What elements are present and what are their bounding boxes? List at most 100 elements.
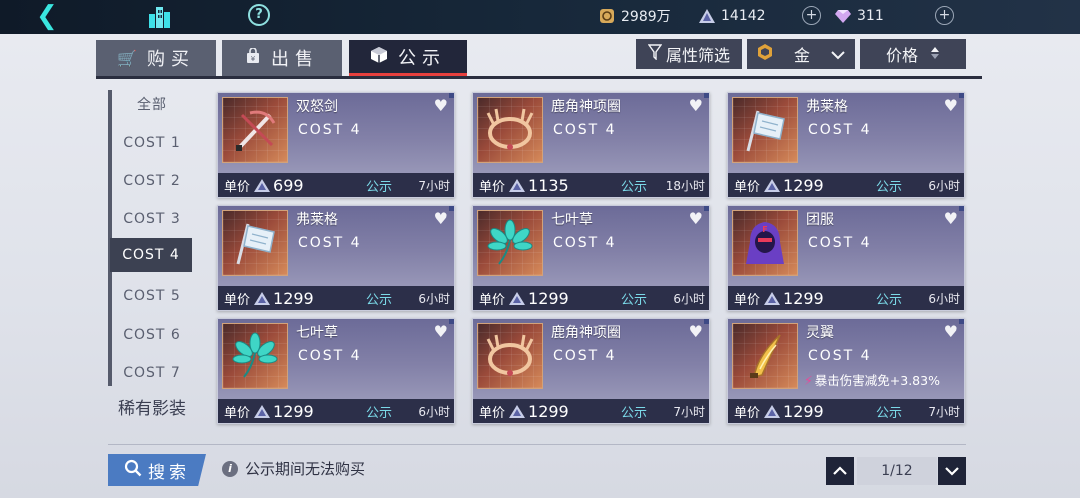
sidebar-item-cost5[interactable]: COST 5	[114, 279, 190, 313]
item-card[interactable]: 鹿角神项圈 COST 4 ♥ 单价 1135 公示 18小时	[472, 92, 710, 198]
sidebar-item-all[interactable]: 全部	[114, 87, 190, 121]
item-name: 七叶草	[551, 212, 593, 228]
sidebar-item-label: COST 3	[123, 211, 181, 227]
crystal-icon	[253, 291, 271, 306]
attribute-filter-button[interactable]: 属性筛选	[636, 39, 742, 69]
sidebar-item-label: COST 1	[123, 135, 181, 151]
sidebar-item-cost2[interactable]: COST 2	[114, 164, 190, 198]
status-badge: 公示	[621, 292, 648, 308]
notice-text: i 公示期间无法购买	[222, 458, 365, 479]
lightning-bolt-icon: ⚡	[804, 373, 813, 388]
crystal-icon	[508, 291, 526, 306]
sidebar-item-label: COST 4	[122, 247, 180, 263]
item-cost: COST 4	[808, 235, 872, 251]
card-corner-marker	[704, 206, 709, 211]
price-label: 单价	[224, 405, 251, 421]
diamond-icon	[834, 7, 852, 25]
rarity-select[interactable]: 金	[747, 39, 855, 69]
chevron-down-icon	[831, 45, 845, 64]
add-diamond-button[interactable]: +	[935, 6, 954, 25]
cart-icon: 🛒	[117, 48, 137, 68]
item-name: 灵翼	[806, 325, 834, 341]
item-card[interactable]: 七叶草 COST 4 ♥ 单价 1299 公示 6小时	[472, 205, 710, 311]
sidebar-item-cost6[interactable]: COST 6	[114, 318, 190, 352]
item-cost: COST 4	[808, 122, 872, 138]
favorite-heart-icon[interactable]: ♥	[689, 322, 703, 341]
time-remaining: 6小时	[418, 291, 450, 306]
help-question-icon[interactable]: ?	[248, 4, 270, 26]
crystal-icon	[253, 404, 271, 419]
sidebar-item-cost7[interactable]: COST 7	[114, 356, 190, 390]
card-footer: 单价 1299 公示 6小时	[728, 173, 964, 197]
favorite-heart-icon[interactable]: ♥	[689, 96, 703, 115]
antler-collar-icon	[477, 323, 543, 389]
antler-collar-icon	[477, 97, 543, 163]
item-cost: COST 4	[298, 122, 362, 138]
tab-buy-label: 购买	[146, 49, 195, 70]
card-corner-marker	[959, 206, 964, 211]
item-card[interactable]: F 团服 COST 4 ♥ 单价 1299 公示 6小时	[727, 205, 965, 311]
sidebar-item-label: COST 6	[123, 327, 181, 343]
item-price: 1299	[783, 175, 824, 195]
price-sort-button[interactable]: 价格	[860, 39, 966, 69]
sidebar-item-rare-costume[interactable]: 稀有影装	[110, 394, 194, 424]
tab-sell[interactable]: ¥ 出售	[222, 40, 342, 76]
card-corner-marker	[959, 93, 964, 98]
card-corner-marker	[704, 319, 709, 324]
search-label: 搜索	[148, 462, 190, 483]
sidebar-item-cost3[interactable]: COST 3	[114, 202, 190, 236]
flag-icon	[732, 97, 798, 163]
favorite-heart-icon[interactable]: ♥	[689, 209, 703, 228]
page-up-button[interactable]	[826, 457, 854, 485]
item-card[interactable]: 鹿角神项圈 COST 4 ♥ 单价 1299 公示 7小时	[472, 318, 710, 424]
item-name: 鹿角神项圈	[551, 99, 621, 115]
item-cost: COST 4	[298, 348, 362, 364]
sidebar-item-label: COST 7	[123, 365, 181, 381]
city-building-icon[interactable]	[146, 4, 172, 30]
item-bonus-attribute: ⚡ 暴击伤害减免+3.83%	[804, 370, 940, 389]
favorite-heart-icon[interactable]: ♥	[434, 96, 448, 115]
sidebar-item-cost4[interactable]: COST 4	[110, 238, 192, 272]
item-card[interactable]: 灵翼 COST 4 ⚡ 暴击伤害减免+3.83% ♥ 单价 1299 公示 7小时	[727, 318, 965, 424]
item-card[interactable]: 弗莱格 COST 4 ♥ 单价 1299 公示 6小时	[217, 205, 455, 311]
item-name: 团服	[806, 212, 834, 228]
sidebar-item-label: 全部	[137, 97, 167, 113]
sidebar-item-label: COST 2	[123, 173, 181, 189]
item-cost: COST 4	[553, 348, 617, 364]
sidebar-item-label: COST 5	[123, 288, 181, 304]
tab-buy[interactable]: 🛒 购买	[96, 40, 216, 76]
status-badge: 公示	[366, 405, 393, 421]
add-crystal-button[interactable]: +	[802, 6, 821, 25]
favorite-heart-icon[interactable]: ♥	[944, 209, 958, 228]
rarity-value: 金	[793, 46, 810, 65]
card-footer: 单价 1299 公示 6小时	[218, 399, 454, 423]
chevron-up-icon	[833, 466, 847, 475]
tab-announce[interactable]: 公示	[349, 40, 467, 76]
favorite-heart-icon[interactable]: ♥	[434, 209, 448, 228]
favorite-heart-icon[interactable]: ♥	[944, 96, 958, 115]
crystal-icon	[253, 178, 271, 193]
sidebar-item-cost1[interactable]: COST 1	[114, 126, 190, 160]
price-sort-label: 价格	[885, 46, 918, 65]
card-footer: 单价 1299 公示 6小时	[473, 286, 709, 310]
seven-leaf-clover-icon	[477, 210, 543, 276]
crystal-currency: 14142	[698, 5, 766, 27]
card-footer: 单价 1299 公示 6小时	[728, 286, 964, 310]
tab-sell-label: 出售	[271, 49, 319, 70]
page-indicator: 1/12	[857, 457, 937, 485]
time-remaining: 6小时	[673, 291, 705, 306]
back-arrow-icon[interactable]: ❮	[36, 2, 66, 30]
crystal-icon	[508, 178, 526, 193]
sort-arrows-icon	[930, 45, 940, 64]
favorite-heart-icon[interactable]: ♥	[434, 322, 448, 341]
item-card[interactable]: 弗莱格 COST 4 ♥ 单价 1299 公示 6小时	[727, 92, 965, 198]
tab-announce-label: 公示	[398, 47, 446, 69]
favorite-heart-icon[interactable]: ♥	[944, 322, 958, 341]
search-button[interactable]: 搜索	[108, 454, 206, 486]
time-remaining: 7小时	[418, 178, 450, 193]
card-footer: 单价 1299 公示 7小时	[473, 399, 709, 423]
item-card[interactable]: 七叶草 COST 4 ♥ 单价 1299 公示 6小时	[217, 318, 455, 424]
page-down-button[interactable]	[938, 457, 966, 485]
item-card[interactable]: 双怒剑 COST 4 ♥ 单价 699 公示 7小时	[217, 92, 455, 198]
card-corner-marker	[449, 93, 454, 98]
